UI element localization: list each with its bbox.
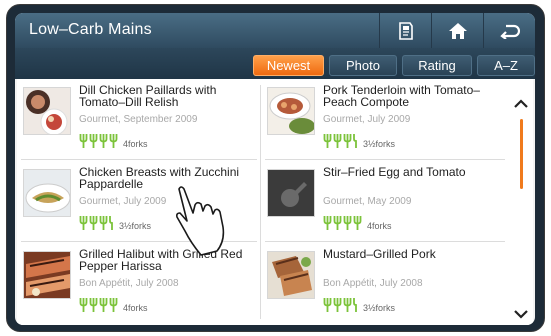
fork-icon [353, 298, 357, 312]
divider [21, 159, 257, 160]
fork-icon [109, 216, 113, 230]
device-frame: Low–Carb Mains Newest Photo Rating A–Z D… [6, 4, 545, 332]
fork-icon [109, 134, 118, 148]
recipe-source: Bon Appétit, July 2008 [79, 278, 179, 289]
recipe-source: Gourmet, July 2009 [323, 114, 411, 125]
header-bar: Low–Carb Mains [15, 13, 535, 48]
tab-a-z[interactable]: A–Z [477, 55, 535, 76]
divider [265, 159, 505, 160]
fork-icon [323, 134, 332, 148]
divider [265, 241, 505, 242]
fork-rating: 4forks [323, 215, 392, 231]
recipe-name: Grilled Halibut with Grilled Red Pepper … [79, 247, 243, 273]
rating-label: 3½forks [363, 303, 396, 313]
recipe-source: Gourmet, July 2009 [79, 196, 167, 207]
fork-rating: 3½forks [323, 133, 395, 149]
recipe-item[interactable]: Stir–Fried Egg and Tomato Gourmet, May 2… [261, 161, 501, 241]
recipe-photo [23, 87, 71, 135]
fork-rating: 4forks [79, 133, 148, 149]
recipe-item[interactable]: Dill Chicken Paillards with Tomato–Dill … [17, 79, 257, 159]
fork-icon [109, 298, 118, 312]
fork-rating: 3½forks [79, 215, 151, 231]
fork-icon [79, 134, 88, 148]
rating-label: 4forks [123, 303, 148, 313]
recipe-card-button[interactable] [379, 13, 431, 48]
recipe-name: Dill Chicken Paillards with Tomato–Dill … [79, 83, 217, 109]
fork-icon [323, 298, 332, 312]
fork-icon [343, 298, 352, 312]
recipe-name: Chicken Breasts with Zucchini Pappardell… [79, 165, 240, 191]
column-divider [260, 85, 261, 319]
rating-label: 4forks [123, 139, 148, 149]
touch-hand-icon [176, 186, 225, 256]
fork-rating: 3½forks [323, 297, 395, 313]
home-button[interactable] [431, 13, 483, 48]
tab-rating[interactable]: Rating [402, 55, 472, 76]
fork-icon [323, 216, 332, 230]
back-icon [499, 24, 520, 39]
fork-icon [333, 298, 342, 312]
sort-tab-bar: Newest Photo Rating A–Z [15, 48, 535, 79]
fork-icon [89, 216, 98, 230]
page-title: Low–Carb Mains [29, 21, 152, 38]
fork-icon [99, 134, 108, 148]
fork-icon [89, 134, 98, 148]
rating-label: 3½forks [119, 221, 152, 231]
recipe-photo-placeholder [267, 169, 315, 217]
recipe-item[interactable]: Pork Tenderloin with Tomato–Peach Compot… [261, 79, 501, 159]
recipe-list: Dill Chicken Paillards with Tomato–Dill … [17, 79, 533, 325]
fork-icon [79, 298, 88, 312]
recipe-name: Stir–Fried Egg and Tomato [323, 165, 466, 179]
scroll-area [509, 79, 533, 325]
fork-icon [99, 216, 108, 230]
fork-icon [343, 134, 352, 148]
fork-icon [353, 134, 357, 148]
fork-icon [333, 216, 342, 230]
recipe-card-icon [398, 21, 413, 40]
fork-icon [333, 134, 342, 148]
recipe-name: Pork Tenderloin with Tomato–Peach Compot… [323, 83, 480, 109]
chevron-down-icon[interactable] [513, 309, 529, 319]
recipe-source: Gourmet, May 2009 [323, 196, 412, 207]
fork-icon [353, 216, 362, 230]
fork-icon [343, 216, 352, 230]
recipe-photo [23, 169, 71, 217]
recipe-photo [23, 251, 71, 299]
recipe-source: Gourmet, September 2009 [79, 114, 198, 125]
recipe-name: Mustard–Grilled Pork [323, 247, 436, 261]
recipe-photo [267, 251, 315, 299]
fork-icon [99, 298, 108, 312]
recipe-item[interactable]: Mustard–Grilled Pork Bon Appétit, July 2… [261, 243, 501, 323]
fork-icon [89, 298, 98, 312]
back-button[interactable] [483, 13, 535, 48]
rating-label: 3½forks [363, 139, 396, 149]
rating-label: 4forks [367, 221, 392, 231]
fork-rating: 4forks [79, 297, 148, 313]
home-icon [448, 22, 467, 39]
chevron-up-icon[interactable] [513, 99, 529, 109]
recipe-photo [267, 87, 315, 135]
tab-photo[interactable]: Photo [329, 55, 397, 76]
recipe-source: Bon Appétit, July 2008 [323, 278, 423, 289]
tab-newest[interactable]: Newest [253, 55, 324, 76]
scroll-thumb[interactable] [520, 119, 523, 189]
screen: Low–Carb Mains Newest Photo Rating A–Z D… [15, 13, 535, 325]
fork-icon [79, 216, 88, 230]
